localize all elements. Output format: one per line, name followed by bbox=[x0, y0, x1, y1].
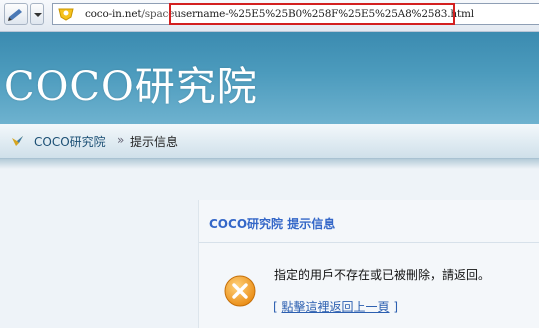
message-title: COCO研究院 提示信息 bbox=[209, 217, 336, 231]
breadcrumb-shadow bbox=[0, 159, 539, 169]
site-favicon-icon bbox=[58, 8, 74, 21]
error-icon bbox=[224, 275, 256, 307]
go-back-link[interactable]: [ 點擊這裡返回上一頁 ] bbox=[273, 298, 398, 315]
site-logo[interactable]: COCO研究院 bbox=[4, 54, 258, 112]
go-back-link-label[interactable]: 點擊這裡返回上一頁 bbox=[282, 300, 390, 314]
breadcrumb: COCO研究院 » 提示信息 bbox=[0, 124, 539, 159]
back-button[interactable] bbox=[4, 3, 28, 25]
breadcrumb-home-link[interactable]: COCO研究院 bbox=[34, 133, 106, 150]
url-highlight-box bbox=[169, 3, 455, 25]
link-bracket-close: ] bbox=[389, 300, 399, 314]
link-bracket-open: [ bbox=[273, 300, 282, 314]
breadcrumb-current: 提示信息 bbox=[130, 135, 179, 149]
url-host: coco-in.net bbox=[85, 8, 142, 20]
error-message: 指定的用戶不存在或已被刪除，請返回。 bbox=[274, 268, 491, 282]
url-field[interactable]: coco-in.net/spaceusername-%25E5%25B0%258… bbox=[52, 3, 539, 25]
divider bbox=[199, 242, 539, 243]
history-dropdown-button[interactable] bbox=[30, 3, 44, 25]
address-bar: coco-in.net/spaceusername-%25E5%25B0%258… bbox=[0, 0, 539, 32]
bird-icon bbox=[12, 136, 23, 146]
message-panel: COCO研究院 提示信息 指定的用戶不存在或已被刪除，請返回。 [ 點擊這裡返回… bbox=[198, 200, 539, 328]
site-banner: COCO研究院 bbox=[0, 32, 539, 124]
breadcrumb-separator: » bbox=[117, 133, 125, 147]
pen-icon bbox=[8, 9, 22, 21]
